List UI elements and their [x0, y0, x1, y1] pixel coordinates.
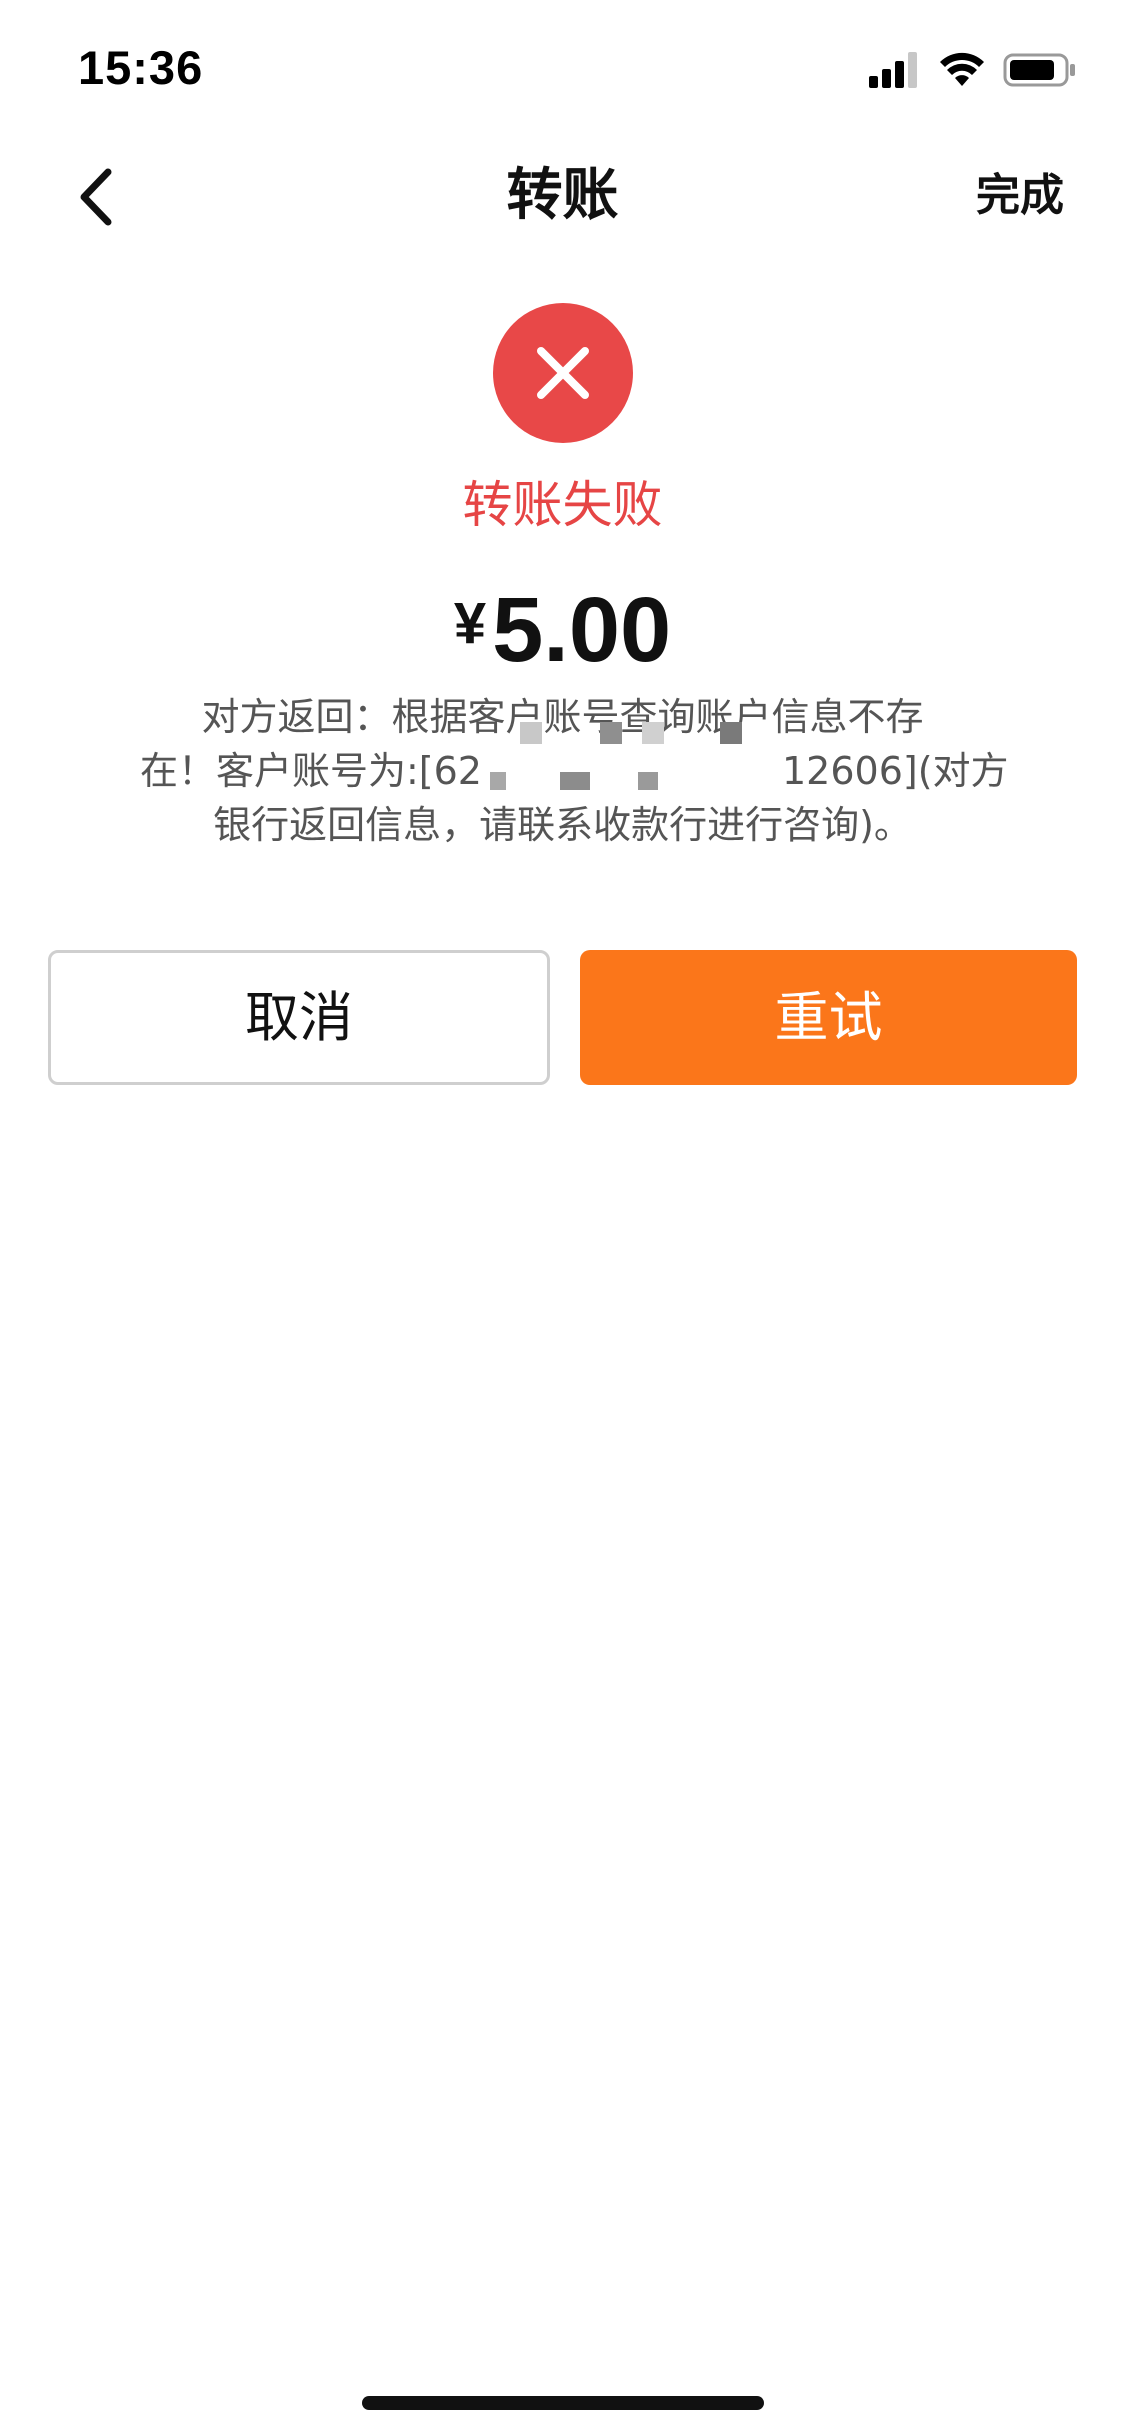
transfer-amount: ¥5.00 — [0, 578, 1125, 682]
cancel-button[interactable]: 取消 — [48, 950, 550, 1085]
status-text: 转账失败 — [462, 476, 663, 534]
error-icon — [493, 303, 633, 443]
status-icons — [869, 50, 1077, 90]
amount-value: 5.00 — [492, 579, 672, 681]
battery-icon — [1003, 53, 1075, 87]
redaction-mosaic — [490, 708, 765, 808]
cellular-signal-icon — [869, 52, 917, 88]
wifi-icon — [940, 52, 984, 86]
retry-button[interactable]: 重试 — [580, 950, 1077, 1085]
transfer-result-screen: 15:36 转账 完成 转账失败 ¥5.00 对方返回：根据客户账号查询账户信息… — [0, 0, 1125, 2436]
done-button[interactable]: 完成 — [976, 164, 1064, 228]
home-indicator[interactable] — [362, 2396, 764, 2410]
currency-symbol: ¥ — [453, 591, 487, 656]
page-title: 转账 — [506, 163, 619, 228]
account-number-suffix: 12606](对方 — [781, 749, 1009, 793]
account-number-prefix: 在！客户账号为:[62 — [140, 749, 482, 793]
close-icon — [537, 347, 589, 399]
status-time: 15:36 — [78, 41, 204, 94]
